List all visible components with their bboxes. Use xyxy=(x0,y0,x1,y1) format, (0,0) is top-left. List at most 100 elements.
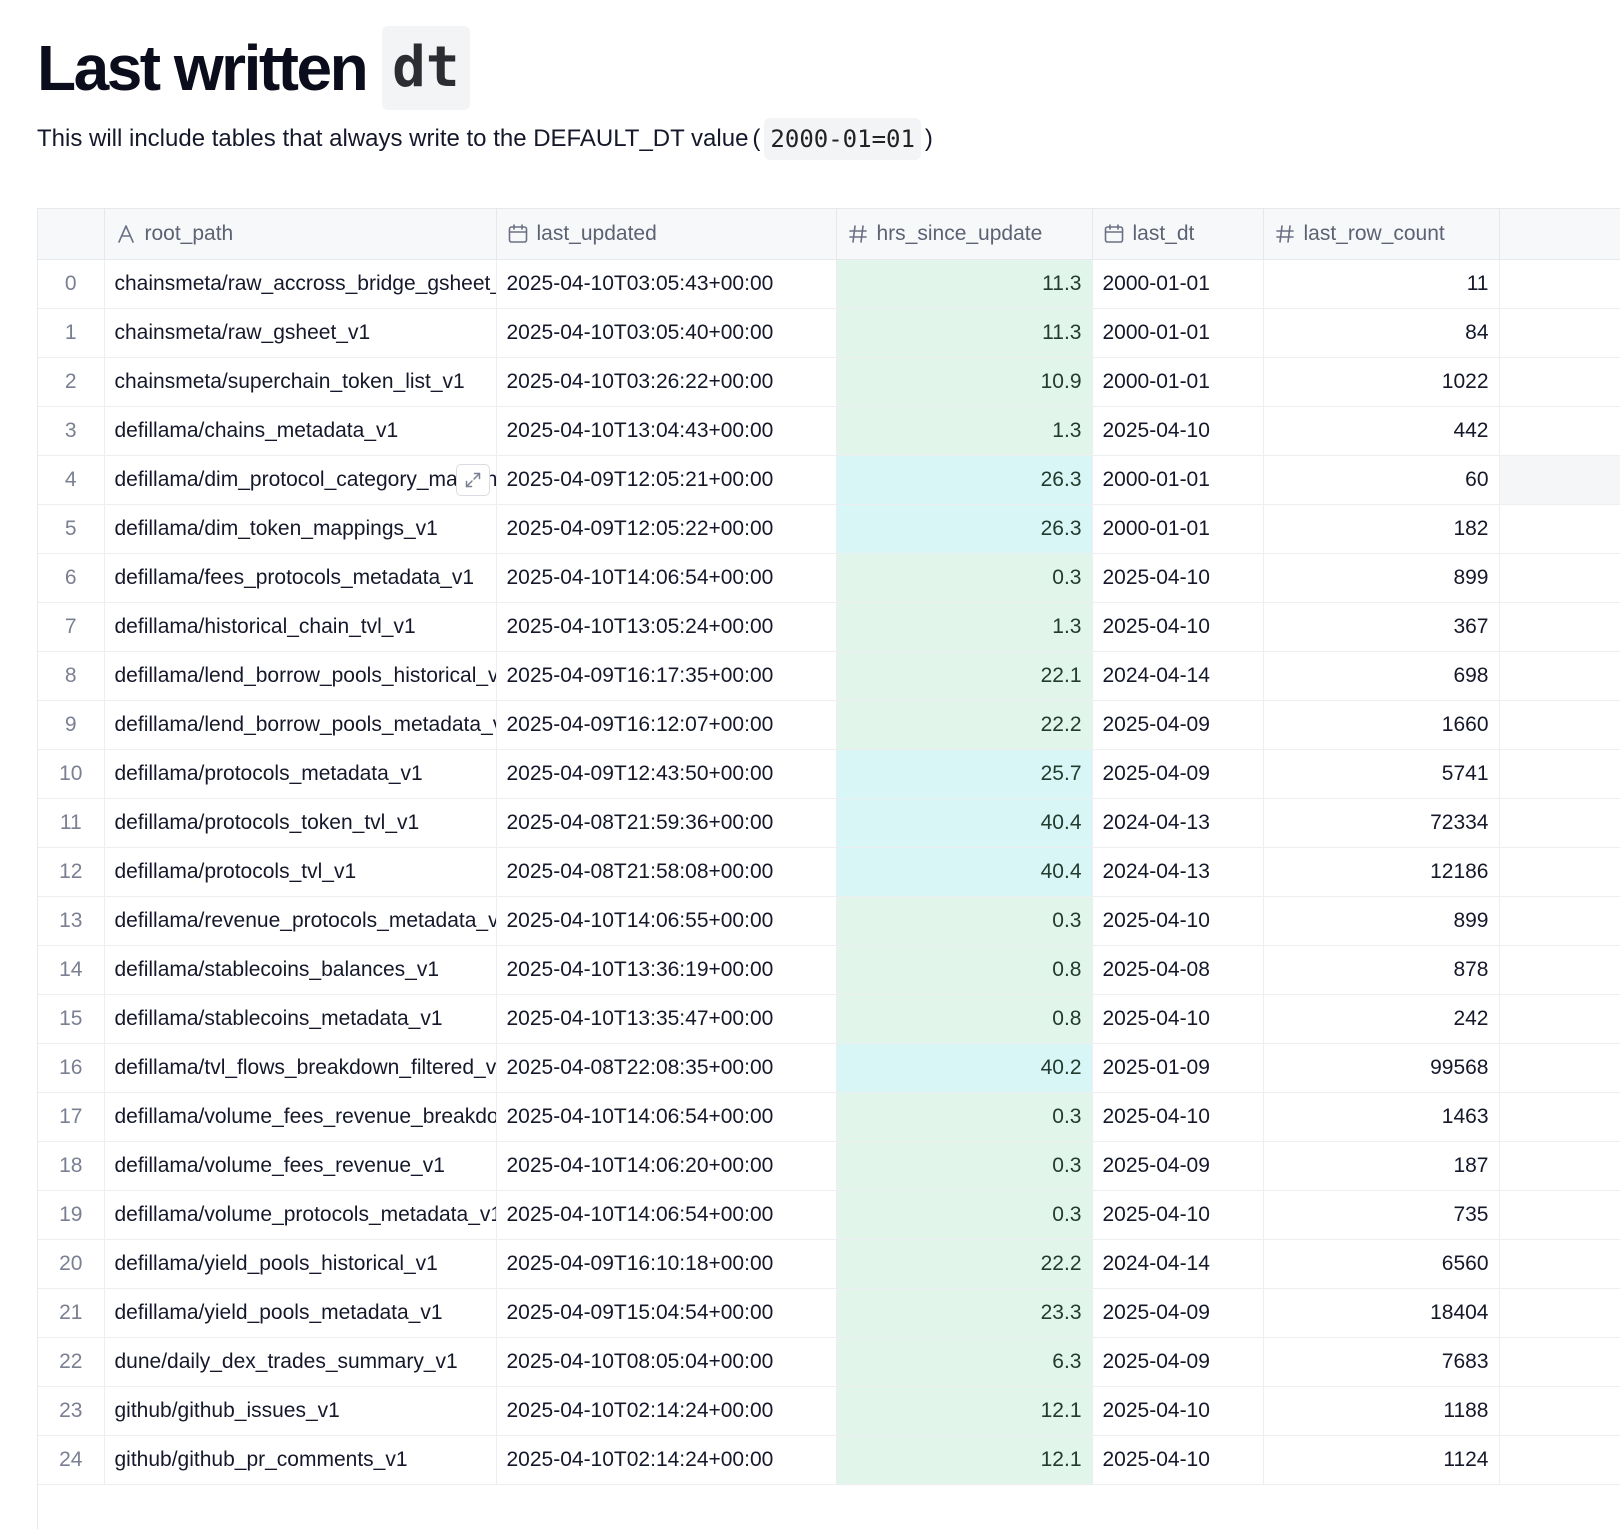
last-dt-cell[interactable]: 2025-04-10 xyxy=(1092,1092,1264,1142)
table-row[interactable]: 24 github/github_pr_comments_v1 2025-04-10… xyxy=(38,1435,1620,1485)
hrs-since-update-cell[interactable]: 0.8 xyxy=(836,994,1093,1044)
root-path-cell[interactable]: defillama/protocols_metadata_v1 xyxy=(104,749,497,799)
hrs-since-update-cell[interactable]: 1.3 xyxy=(836,602,1093,652)
last-row-count-cell[interactable]: 367 xyxy=(1263,602,1500,652)
root-path-cell[interactable]: defillama/volume_protocols_metadata_v1 xyxy=(104,1190,497,1240)
last-row-count-cell[interactable]: 242 xyxy=(1263,994,1500,1044)
root-path-cell[interactable]: defillama/stablecoins_metadata_v1 xyxy=(104,994,497,1044)
table-row[interactable]: 22 dune/daily_dex_trades_summary_v1 2025-0… xyxy=(38,1337,1620,1387)
last-updated-cell[interactable]: 2025-04-10T13:35:47+00:00 xyxy=(496,994,837,1044)
last-row-count-cell[interactable]: 84 xyxy=(1263,308,1500,358)
last-dt-cell[interactable]: 2025-04-10 xyxy=(1092,896,1264,946)
last-row-count-cell[interactable]: 698 xyxy=(1263,651,1500,701)
table-row[interactable]: 17 defillama/volume_fees_revenue_breakdow… xyxy=(38,1092,1620,1142)
root-path-cell[interactable]: defillama/chains_metadata_v1 xyxy=(104,406,497,456)
root-path-cell[interactable]: github/github_issues_v1 xyxy=(104,1386,497,1436)
last-updated-cell[interactable]: 2025-04-08T21:58:08+00:00 xyxy=(496,847,837,897)
root-path-cell[interactable]: defillama/fees_protocols_metadata_v1 xyxy=(104,553,497,603)
column-header-last-row-count[interactable]: last_row_count xyxy=(1263,209,1500,260)
hrs-since-update-cell[interactable]: 0.8 xyxy=(836,945,1093,995)
table-row[interactable]: 19 defillama/volume_protocols_metadata_v1… xyxy=(38,1190,1620,1240)
hrs-since-update-cell[interactable]: 26.3 xyxy=(836,504,1093,554)
last-updated-cell[interactable]: 2025-04-10T08:05:04+00:00 xyxy=(496,1337,837,1387)
last-updated-cell[interactable]: 2025-04-08T21:59:36+00:00 xyxy=(496,798,837,848)
hrs-since-update-cell[interactable]: 12.1 xyxy=(836,1386,1093,1436)
root-path-cell[interactable]: defillama/stablecoins_balances_v1 xyxy=(104,945,497,995)
last-row-count-cell[interactable]: 1022 xyxy=(1263,357,1500,407)
last-row-count-cell[interactable]: 735 xyxy=(1263,1190,1500,1240)
root-path-cell[interactable]: github/github_pr_comments_v1 xyxy=(104,1435,497,1485)
last-updated-cell[interactable]: 2025-04-10T02:14:24+00:00 xyxy=(496,1386,837,1436)
column-header-index[interactable] xyxy=(38,209,105,260)
root-path-cell[interactable]: defillama/protocols_token_tvl_v1 xyxy=(104,798,497,848)
last-updated-cell[interactable]: 2025-04-10T03:26:22+00:00 xyxy=(496,357,837,407)
last-row-count-cell[interactable]: 1188 xyxy=(1263,1386,1500,1436)
last-updated-cell[interactable]: 2025-04-10T03:05:43+00:00 xyxy=(496,259,837,309)
data-table-container[interactable]: root_path last_updated hrs_since_update … xyxy=(37,208,1620,1529)
root-path-cell[interactable]: defillama/revenue_protocols_metadata_v1 xyxy=(104,896,497,946)
root-path-cell[interactable]: defillama/tvl_flows_breakdown_filtered_v… xyxy=(104,1043,497,1093)
last-dt-cell[interactable]: 2000-01-01 xyxy=(1092,504,1264,554)
last-dt-cell[interactable]: 2025-04-10 xyxy=(1092,1386,1264,1436)
last-updated-cell[interactable]: 2025-04-09T12:43:50+00:00 xyxy=(496,749,837,799)
root-path-cell[interactable]: chainsmeta/superchain_token_list_v1 xyxy=(104,357,497,407)
hrs-since-update-cell[interactable]: 23.3 xyxy=(836,1288,1093,1338)
last-updated-cell[interactable]: 2025-04-08T22:08:35+00:00 xyxy=(496,1043,837,1093)
table-row[interactable]: 11 defillama/protocols_token_tvl_v1 2025-0… xyxy=(38,798,1620,848)
table-row[interactable]: 10 defillama/protocols_metadata_v1 2025-04… xyxy=(38,749,1620,799)
last-row-count-cell[interactable]: 18404 xyxy=(1263,1288,1500,1338)
root-path-cell[interactable]: chainsmeta/raw_accross_bridge_gsheet_v1 xyxy=(104,259,497,309)
table-row[interactable]: 21 defillama/yield_pools_metadata_v1 2025-… xyxy=(38,1288,1620,1338)
table-row[interactable]: 13 defillama/revenue_protocols_metadata_v… xyxy=(38,896,1620,946)
last-dt-cell[interactable]: 2025-04-09 xyxy=(1092,1288,1264,1338)
last-row-count-cell[interactable]: 899 xyxy=(1263,896,1500,946)
hrs-since-update-cell[interactable]: 0.3 xyxy=(836,1141,1093,1191)
hrs-since-update-cell[interactable]: 0.3 xyxy=(836,1092,1093,1142)
root-path-cell[interactable]: defillama/volume_fees_revenue_v1 xyxy=(104,1141,497,1191)
last-updated-cell[interactable]: 2025-04-10T14:06:54+00:00 xyxy=(496,1092,837,1142)
hrs-since-update-cell[interactable]: 40.4 xyxy=(836,798,1093,848)
last-dt-cell[interactable]: 2025-04-09 xyxy=(1092,1337,1264,1387)
last-dt-cell[interactable]: 2025-04-10 xyxy=(1092,1190,1264,1240)
last-dt-cell[interactable]: 2025-04-10 xyxy=(1092,1435,1264,1485)
last-row-count-cell[interactable]: 182 xyxy=(1263,504,1500,554)
last-dt-cell[interactable]: 2024-04-14 xyxy=(1092,651,1264,701)
root-path-cell[interactable]: chainsmeta/raw_gsheet_v1 xyxy=(104,308,497,358)
hrs-since-update-cell[interactable]: 11.3 xyxy=(836,308,1093,358)
last-dt-cell[interactable]: 2025-04-09 xyxy=(1092,1141,1264,1191)
last-row-count-cell[interactable]: 72334 xyxy=(1263,798,1500,848)
last-row-count-cell[interactable]: 442 xyxy=(1263,406,1500,456)
hrs-since-update-cell[interactable]: 25.7 xyxy=(836,749,1093,799)
root-path-cell[interactable]: defillama/dim_token_mappings_v1 xyxy=(104,504,497,554)
last-dt-cell[interactable]: 2000-01-01 xyxy=(1092,357,1264,407)
table-row[interactable]: 20 defillama/yield_pools_historical_v1 202… xyxy=(38,1239,1620,1289)
root-path-cell[interactable]: defillama/protocols_tvl_v1 xyxy=(104,847,497,897)
last-dt-cell[interactable]: 2025-04-09 xyxy=(1092,700,1264,750)
root-path-cell[interactable]: defillama/historical_chain_tvl_v1 xyxy=(104,602,497,652)
table-row[interactable]: 16 defillama/tvl_flows_breakdown_filtered… xyxy=(38,1043,1620,1093)
table-row[interactable]: 7 defillama/historical_chain_tvl_v1 2025-0… xyxy=(38,602,1620,652)
table-row[interactable]: 23 github/github_issues_v1 2025-04-10T02:1… xyxy=(38,1386,1620,1436)
root-path-cell[interactable]: defillama/yield_pools_historical_v1 xyxy=(104,1239,497,1289)
last-updated-cell[interactable]: 2025-04-10T02:14:24+00:00 xyxy=(496,1435,837,1485)
table-row[interactable]: 0 chainsmeta/raw_accross_bridge_gsheet_v1… xyxy=(38,259,1620,309)
last-dt-cell[interactable]: 2024-04-14 xyxy=(1092,1239,1264,1289)
last-updated-cell[interactable]: 2025-04-09T16:12:07+00:00 xyxy=(496,700,837,750)
root-path-cell[interactable]: defillama/lend_borrow_pools_metadata_v1 xyxy=(104,700,497,750)
last-dt-cell[interactable]: 2024-04-13 xyxy=(1092,847,1264,897)
last-dt-cell[interactable]: 2000-01-01 xyxy=(1092,308,1264,358)
column-header-root-path[interactable]: root_path xyxy=(104,209,497,260)
hrs-since-update-cell[interactable]: 10.9 xyxy=(836,357,1093,407)
last-updated-cell[interactable]: 2025-04-10T13:05:24+00:00 xyxy=(496,602,837,652)
column-header-last-updated[interactable]: last_updated xyxy=(496,209,837,260)
last-row-count-cell[interactable]: 11 xyxy=(1263,259,1500,309)
last-updated-cell[interactable]: 2025-04-10T14:06:54+00:00 xyxy=(496,553,837,603)
hrs-since-update-cell[interactable]: 12.1 xyxy=(836,1435,1093,1485)
last-updated-cell[interactable]: 2025-04-10T13:04:43+00:00 xyxy=(496,406,837,456)
last-updated-cell[interactable]: 2025-04-10T03:05:40+00:00 xyxy=(496,308,837,358)
last-dt-cell[interactable]: 2025-04-09 xyxy=(1092,749,1264,799)
last-row-count-cell[interactable]: 60 xyxy=(1263,455,1500,505)
last-updated-cell[interactable]: 2025-04-09T15:04:54+00:00 xyxy=(496,1288,837,1338)
table-row[interactable]: 2 chainsmeta/superchain_token_list_v1 2025… xyxy=(38,357,1620,407)
table-row[interactable]: 1 chainsmeta/raw_gsheet_v1 2025-04-10T03:0… xyxy=(38,308,1620,358)
